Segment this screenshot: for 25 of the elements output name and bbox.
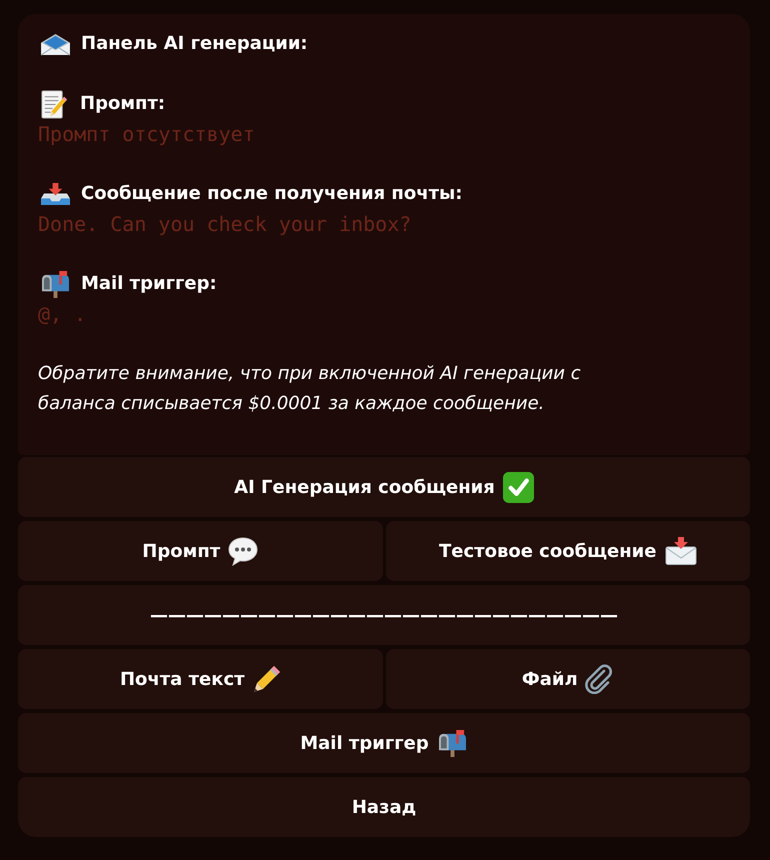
- mailbox-icon: [40, 270, 71, 298]
- notepad-pencil-icon: [41, 90, 68, 118]
- keyboard-button[interactable]: Промпт: [18, 521, 382, 581]
- pencil-icon: [252, 665, 281, 693]
- keyboard-button[interactable]: Почта текст: [18, 649, 382, 709]
- mailbox-icon: [436, 730, 468, 756]
- note-text: Обратите внимание, что при включенной AI генерации с баланса списывается $0.0001 за каждое сообщение.: [38, 362, 582, 416]
- field-value: Done. Can you check your inbox?: [38, 212, 412, 236]
- panel-title: Панель AI генерации:: [81, 32, 308, 56]
- inbox-tray-icon: [40, 182, 71, 206]
- divider-button[interactable]: ——————————————————————————: [18, 585, 750, 645]
- field-label: Промпт:: [80, 92, 166, 116]
- paperclip-icon: [584, 664, 614, 694]
- envelope-arrow-icon: [664, 537, 697, 565]
- keyboard-button[interactable]: Назад: [18, 777, 750, 837]
- keyboard-button[interactable]: Файл: [386, 649, 750, 709]
- field-value: Промпт отсутствует: [38, 122, 255, 146]
- keyboard-button[interactable]: Тестовое сообщение: [386, 521, 750, 581]
- field-label: Сообщение после получения почты:: [81, 182, 462, 206]
- keyboard-button[interactable]: Mail триггер: [18, 713, 750, 773]
- envelope-icon: [40, 32, 71, 56]
- field-value: @, .: [38, 302, 86, 326]
- speech-bubble-icon: [228, 536, 258, 566]
- toggle-button[interactable]: AI Генерация сообщения: [18, 457, 750, 517]
- field-label: Mail триггер:: [81, 272, 217, 296]
